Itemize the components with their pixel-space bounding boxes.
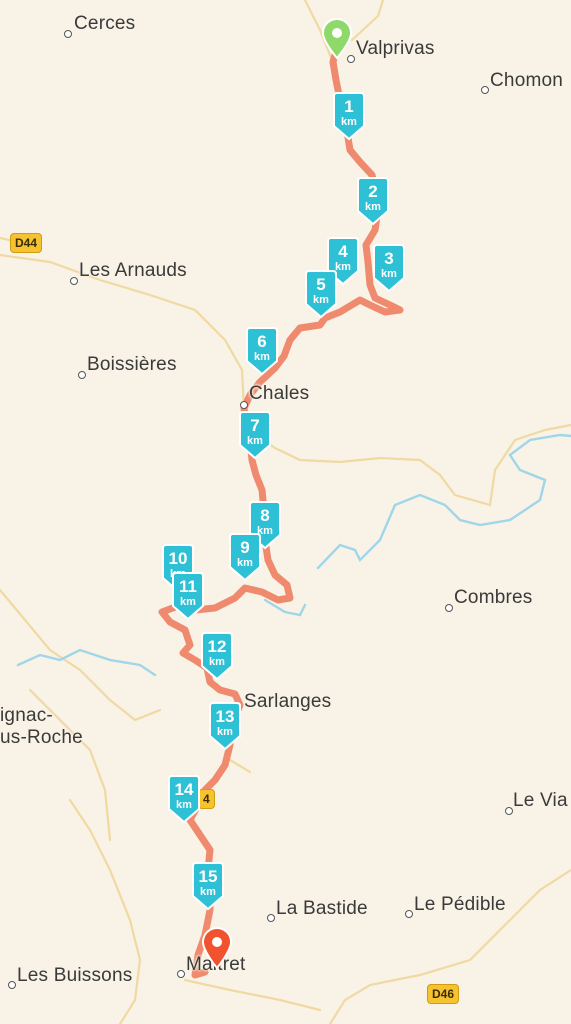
place-label-sarlanges[interactable]: Sarlanges — [244, 692, 331, 711]
km-marker-number: 12 — [208, 637, 227, 656]
road-shield-d46: D46 — [427, 984, 460, 1004]
km-marker-number: 2 — [368, 182, 377, 201]
km-marker-number: 4 — [338, 242, 348, 261]
place-label-chales[interactable]: Chales — [249, 384, 309, 403]
road-shield-d44: D44 — [10, 233, 43, 253]
km-marker-number: 9 — [240, 538, 249, 557]
km-marker-14[interactable]: 14km — [166, 775, 202, 825]
km-marker-7[interactable]: 7km — [237, 411, 273, 461]
km-marker-11[interactable]: 11km — [170, 572, 206, 622]
km-marker-unit: km — [209, 656, 225, 668]
place-dot — [70, 277, 78, 285]
km-marker-unit: km — [247, 435, 263, 447]
km-marker-2[interactable]: 2km — [355, 177, 391, 227]
km-marker-unit: km — [381, 268, 397, 280]
place-label-les-buissons[interactable]: Les Buissons — [17, 966, 132, 985]
km-marker-9[interactable]: 9km — [227, 533, 263, 583]
place-dot — [177, 970, 185, 978]
place-label-combres[interactable]: Combres — [454, 588, 532, 607]
place-dot — [267, 914, 275, 922]
place-label-le-pedible[interactable]: Le Pédible — [414, 895, 506, 914]
place-dot — [445, 604, 453, 612]
km-marker-unit: km — [217, 726, 233, 738]
km-marker-13[interactable]: 13km — [207, 702, 243, 752]
place-label-partial-1[interactable]: ignac- — [0, 706, 53, 725]
place-label-valprivas[interactable]: Valprivas — [356, 39, 435, 58]
km-marker-number: 10 — [169, 549, 188, 568]
km-marker-3[interactable]: 3km — [371, 244, 407, 294]
km-marker-1[interactable]: 1km — [331, 92, 367, 142]
km-marker-5[interactable]: 5km — [303, 270, 339, 320]
km-marker-unit: km — [313, 294, 329, 306]
place-label-les-arnauds[interactable]: Les Arnauds — [79, 261, 187, 280]
km-marker-number: 14 — [175, 780, 194, 799]
place-label-cerces[interactable]: Cerces — [74, 14, 135, 33]
km-marker-number: 11 — [179, 577, 197, 596]
place-label-la-bastide[interactable]: La Bastide — [276, 899, 368, 918]
roads — [0, 0, 571, 1024]
km-marker-12[interactable]: 12km — [199, 632, 235, 682]
km-marker-number: 3 — [384, 249, 393, 268]
place-label-partial-2[interactable]: us-Roche — [0, 728, 83, 747]
km-marker-number: 1 — [344, 97, 353, 116]
place-dot — [405, 910, 413, 918]
km-marker-number: 15 — [199, 867, 218, 886]
km-marker-6[interactable]: 6km — [244, 327, 280, 377]
place-dot — [240, 401, 248, 409]
km-marker-number: 13 — [216, 707, 235, 726]
map-base-layer — [0, 0, 571, 1024]
place-dot — [8, 981, 16, 989]
km-marker-unit: km — [254, 351, 270, 363]
place-label-le-via[interactable]: Le Via — [513, 791, 568, 810]
start-pin-icon[interactable] — [320, 18, 354, 60]
place-dot — [481, 86, 489, 94]
km-marker-unit: km — [365, 201, 381, 213]
map-view[interactable]: Cerces Valprivas Chomon Les Arnauds Bois… — [0, 0, 571, 1024]
km-marker-unit: km — [176, 799, 192, 811]
km-marker-unit: km — [237, 557, 253, 569]
km-marker-number: 5 — [316, 275, 325, 294]
place-label-boissieres[interactable]: Boissières — [87, 355, 177, 374]
place-dot — [78, 371, 86, 379]
km-marker-15[interactable]: 15km — [190, 862, 226, 912]
place-label-chomon[interactable]: Chomon — [490, 71, 563, 90]
place-dot — [64, 30, 72, 38]
km-marker-unit: km — [200, 886, 216, 898]
km-marker-number: 7 — [250, 416, 259, 435]
place-dot — [505, 807, 513, 815]
km-marker-unit: km — [341, 116, 357, 128]
rivers — [16, 433, 571, 677]
km-marker-number: 8 — [260, 506, 269, 525]
km-marker-number: 6 — [257, 332, 266, 351]
km-marker-unit: km — [180, 596, 196, 608]
end-pin-icon[interactable] — [200, 926, 234, 970]
